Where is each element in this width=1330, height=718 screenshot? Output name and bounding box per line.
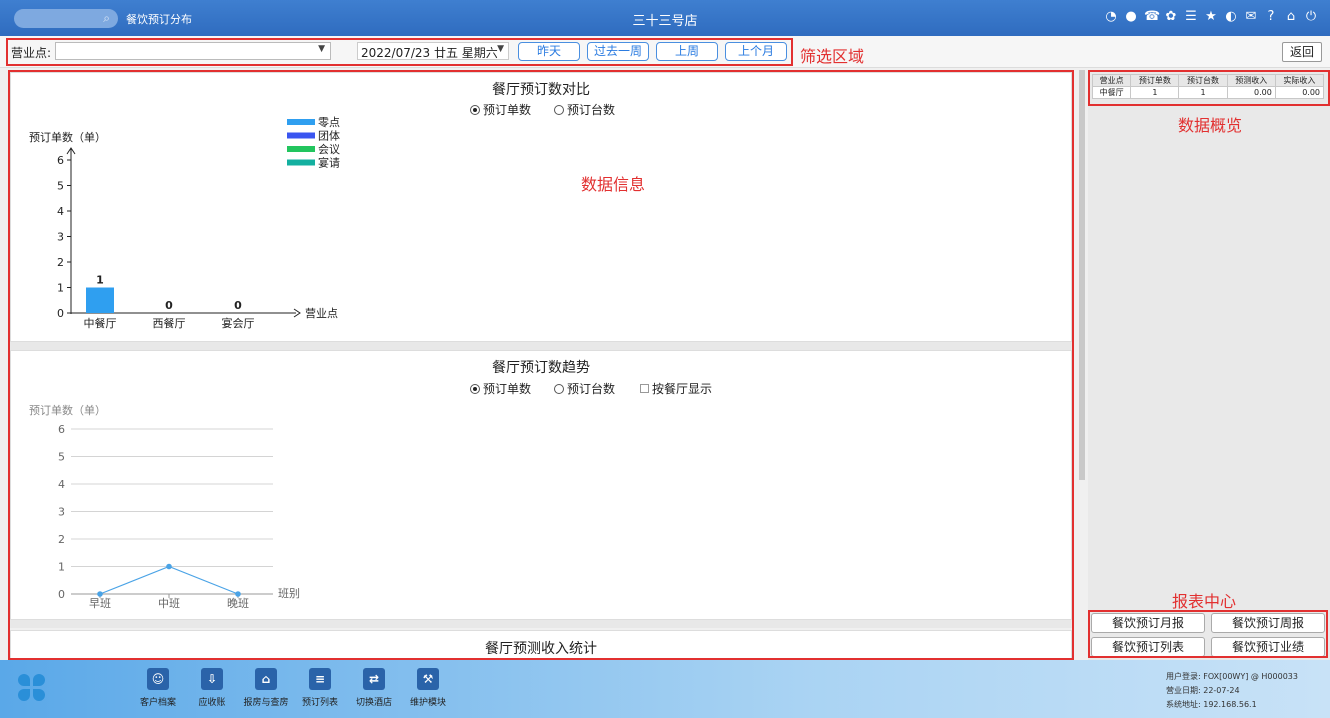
user-info: 用户登录: FOX[00WY] @ H000033 营业日期: 22-07-24…: [1166, 670, 1298, 712]
help-icon[interactable]: ?: [1264, 9, 1278, 25]
module-label: 预订列表: [301, 698, 338, 708]
system-address: 系统地址: 192.168.56.1: [1166, 700, 1257, 709]
user-login: 用户登录: FOX[00WY] @ H000033: [1166, 672, 1298, 681]
title-bar: ⌕ 餐饮预订分布 三十三号店 ◔ ● ☎ ✿ ☰ ★ ◐ ✉ ? ⌂ ⏻: [0, 0, 1330, 36]
module-label: 维护模块: [409, 698, 446, 708]
module-receivable[interactable]: ⇩ 应收账: [182, 668, 242, 708]
top-toolbar: ◔ ● ☎ ✿ ☰ ★ ◐ ✉ ? ⌂ ⏻: [1104, 9, 1318, 25]
module-customer-profile[interactable]: ☺ 客户档案: [128, 668, 188, 708]
back-button[interactable]: 返回: [1282, 42, 1322, 62]
module-label: 报房与查房: [243, 698, 289, 708]
module-maintenance[interactable]: ⚒ 维护模块: [398, 668, 458, 708]
star-icon[interactable]: ★: [1204, 9, 1218, 25]
home-icon[interactable]: ⌂: [1284, 9, 1298, 25]
maintenance-icon: ⚒: [417, 668, 439, 690]
receivable-icon: ⇩: [201, 668, 223, 690]
module-switch-hotel[interactable]: ⇄ 切换酒店: [344, 668, 404, 708]
business-date: 营业日期: 22-07-24: [1166, 686, 1240, 695]
module-room-report[interactable]: ⌂ 报房与查房: [236, 668, 296, 708]
app-logo-icon: [18, 674, 46, 702]
scrollbar-thumb[interactable]: [1079, 70, 1085, 480]
power-icon[interactable]: ⏻: [1304, 9, 1318, 25]
contrast-icon[interactable]: ◐: [1224, 9, 1238, 25]
palette-icon[interactable]: ✿: [1164, 9, 1178, 25]
wifi-icon[interactable]: ◔: [1104, 9, 1118, 25]
switch-hotel-icon: ⇄: [363, 668, 385, 690]
room-report-icon: ⌂: [255, 668, 277, 690]
module-label: 切换酒店: [355, 698, 392, 708]
phone-icon[interactable]: ☎: [1144, 9, 1160, 25]
filter-area-highlight: [6, 38, 793, 66]
report-center-highlight: [1088, 610, 1328, 658]
data-info-highlight: [8, 70, 1074, 660]
booking-list-icon: ≡: [309, 668, 331, 690]
data-overview-highlight: [1088, 70, 1330, 106]
data-overview-annotation: 数据概览: [1178, 116, 1243, 135]
module-label: 客户档案: [139, 698, 176, 708]
vertical-scrollbar[interactable]: [1078, 70, 1086, 660]
filter-area-annotation: 筛选区域: [800, 47, 865, 66]
module-booking-list[interactable]: ≡ 预订列表: [290, 668, 350, 708]
bottom-bar: ☺ 客户档案 ⇩ 应收账 ⌂ 报房与查房 ≡ 预订列表 ⇄ 切换酒店 ⚒ 维护模…: [0, 660, 1330, 718]
right-panel: 营业点 预订单数 预订台数 预测收入 实际收入 中餐厅 1 1 0.00 0.0…: [1088, 70, 1330, 660]
report-center-annotation: 报表中心: [1172, 592, 1237, 611]
chat-icon[interactable]: ●: [1124, 9, 1138, 25]
mail-icon[interactable]: ✉: [1244, 9, 1258, 25]
module-label: 应收账: [198, 698, 226, 708]
menu-icon[interactable]: ☰: [1184, 9, 1198, 25]
customer-profile-icon: ☺: [147, 668, 169, 690]
